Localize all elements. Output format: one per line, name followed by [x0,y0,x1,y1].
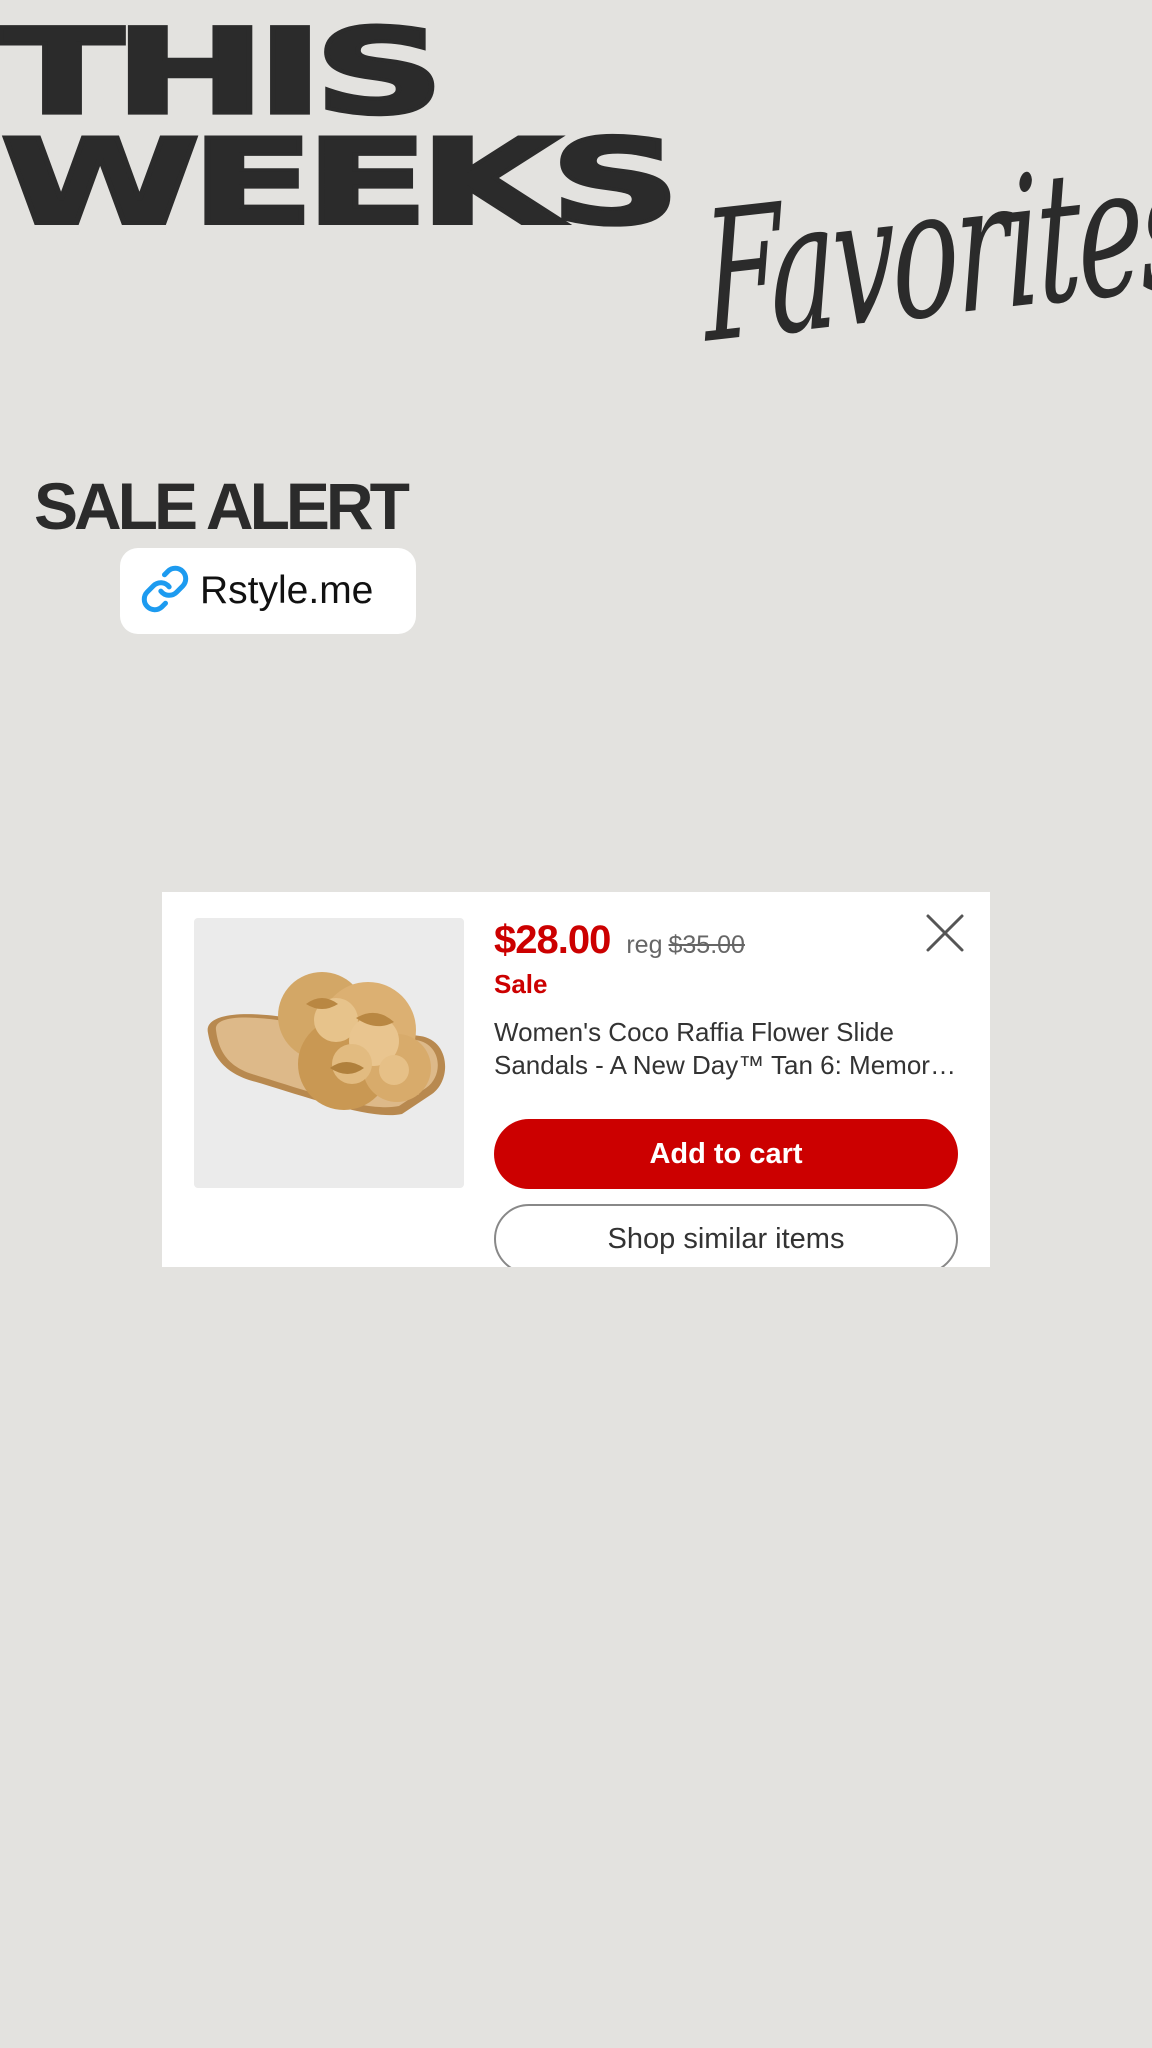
regular-price-label: reg [626,931,663,959]
link-text: Rstyle.me [200,569,374,612]
headline-line-2: WEEKS [0,114,684,252]
product-title[interactable]: Women's Coco Raffia Flower Slide Sandals… [494,1016,964,1082]
sale-label: Sale [494,969,548,999]
sale-alert-heading: SALE ALERT [34,469,410,543]
rstyle-link-sticker[interactable]: Rstyle.me [120,548,416,634]
headline: THIS WEEKS [0,4,684,252]
link-icon [140,564,190,619]
product-image[interactable] [194,918,464,1188]
product-card: $28.00 reg $35.00 Sale Women's Coco Raff… [162,892,990,1267]
regular-price: $35.00 [668,931,745,959]
headline-line-1: THIS [0,4,448,142]
close-icon [926,914,964,952]
price-row: $28.00 reg $35.00 [494,918,745,963]
favorites-script-title: Favorites [699,119,1152,384]
close-button[interactable] [924,912,966,954]
sale-price: $28.00 [494,918,611,962]
shop-similar-items-button[interactable]: Shop similar items [494,1204,958,1267]
add-to-cart-button[interactable]: Add to cart [494,1119,958,1189]
sandal-icon [207,972,446,1116]
